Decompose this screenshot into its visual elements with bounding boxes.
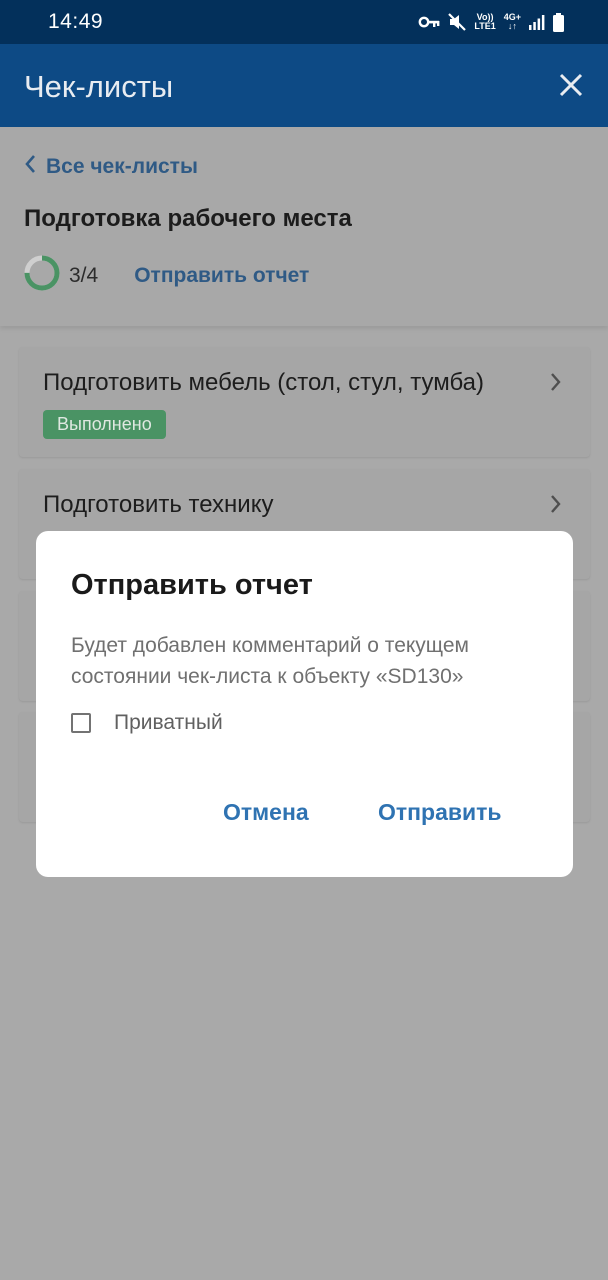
list-item[interactable]: Подготовить мебель (стол, стул, тумба) В…: [19, 347, 590, 457]
network-bottom: ↓↑: [507, 21, 517, 31]
app-bar: Чек-листы: [0, 44, 608, 127]
mute-icon: [448, 13, 467, 31]
send-report-dialog: Отправить отчет Будет добавлен комментар…: [36, 531, 573, 877]
back-to-all-checklists[interactable]: Все чек-листы: [24, 154, 198, 179]
volte-bottom: LTE1: [474, 21, 496, 31]
4g-icon: 4G+ ↓↑: [504, 13, 521, 31]
close-icon[interactable]: [554, 68, 588, 102]
dialog-title: Отправить отчет: [71, 569, 313, 601]
key-icon: [418, 15, 440, 29]
checklist-header: Все чек-листы Подготовка рабочего места …: [0, 127, 608, 326]
volte-icon: Vo)) LTE1: [474, 13, 495, 31]
chevron-left-icon: [24, 154, 36, 179]
battery-icon: [553, 12, 564, 32]
dialog-message: Будет добавлен комментарий о текущем сос…: [71, 634, 469, 688]
progress-row: 3/4 Отправить отчет: [24, 255, 309, 296]
list-item-title: Подготовить технику: [43, 491, 274, 518]
send-report-link[interactable]: Отправить отчет: [134, 264, 309, 288]
app-title: Чек-листы: [24, 69, 174, 104]
status-time: 14:49: [48, 10, 104, 33]
cancel-button[interactable]: Отмена: [223, 799, 309, 826]
chevron-right-icon: [550, 494, 562, 519]
private-label: Приватный: [114, 711, 223, 734]
status-badge: Выполнено: [43, 410, 166, 439]
status-bar: 14:49 Vo)) LTE1 4G+ ↓↑: [0, 0, 608, 44]
chevron-right-icon: [550, 372, 562, 397]
private-option[interactable]: Приватный: [71, 711, 223, 735]
submit-button[interactable]: Отправить: [378, 799, 502, 826]
progress-count: 3/4: [69, 263, 99, 287]
checklist-title: Подготовка рабочего места: [24, 205, 352, 232]
signal-icon: [529, 14, 545, 30]
progress-ring-icon: [24, 255, 60, 296]
status-icons: Vo)) LTE1 4G+ ↓↑: [418, 10, 564, 34]
list-item-title: Подготовить мебель (стол, стул, тумба): [43, 369, 484, 396]
back-label: Все чек-листы: [46, 154, 198, 178]
private-checkbox[interactable]: [71, 713, 91, 733]
